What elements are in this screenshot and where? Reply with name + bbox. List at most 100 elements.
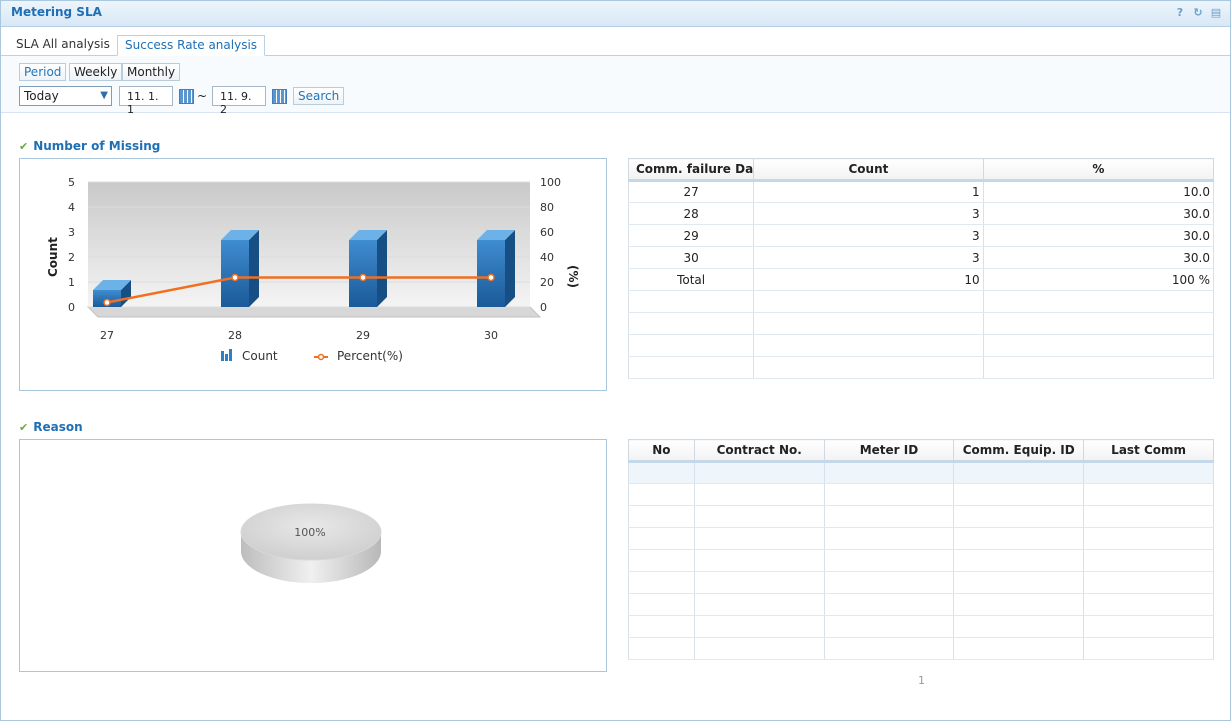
window-titlebar: Metering SLA ? ↻ ▤ [1,1,1230,27]
percent-point[interactable] [487,273,495,282]
bar-side [377,230,387,307]
table-cell: 100 % [982,268,1215,291]
date-separator: ~ [197,89,208,103]
table-cell [982,290,1215,313]
table-cell [1083,637,1214,660]
table-row[interactable]: Total 10 100 % [627,268,1215,291]
window-title: Metering SLA [11,5,102,19]
bar-front [477,240,505,307]
bar-side [249,230,259,307]
empty-table-row [628,637,1214,660]
legend-count-swatch [221,351,224,361]
table-cell [627,312,755,335]
table-cell [628,615,695,638]
range-select[interactable]: Today ▼ [19,86,112,106]
weekly-button[interactable]: Weekly [69,63,123,81]
column-header[interactable]: Count [753,158,984,182]
search-button[interactable]: Search [293,87,345,105]
window-tools: ? ↻ ▤ [1174,6,1222,20]
table-cell [1083,505,1214,528]
table-cell [628,637,695,660]
table-cell [982,312,1215,335]
calendar-icon[interactable] [179,89,194,104]
table-cell [953,505,1085,528]
table-cell [953,637,1085,660]
chart-plot-area [88,182,530,307]
tab-bar: SLA All analysis Success Rate analysis [1,28,1230,56]
table-cell [1083,549,1214,572]
bar-side [505,230,515,307]
period-button[interactable]: Period [19,63,67,81]
bar-mark[interactable] [349,230,387,307]
y2-axis-tick-label: 80 [540,201,554,214]
y2-axis-tick-label: 40 [540,251,554,264]
table-cell [953,615,1085,638]
table-cell [1083,483,1214,506]
empty-table-row [628,593,1214,616]
reason-pie-chart: 100% [240,503,382,583]
start-date-field[interactable]: 11. 1. 1 [119,86,173,116]
column-header[interactable]: Meter ID [823,439,955,463]
table-cell: Total [627,268,755,291]
empty-table-row [627,290,1215,313]
x-axis-tick-label: 30 [484,329,498,342]
column-header[interactable]: Comm. failure Da [627,158,755,182]
end-date-field[interactable]: 11. 9. 2 [212,86,266,116]
refresh-icon[interactable]: ↻ [1192,6,1204,20]
table-cell: 3 [753,224,984,247]
bar-front [349,240,377,307]
tab-success-rate-analysis[interactable]: Success Rate analysis [117,35,266,56]
table-cell [823,549,955,572]
column-header[interactable]: % [982,158,1215,182]
legend-count-swatch [225,354,228,361]
column-header[interactable]: Comm. Equip. ID [953,439,1085,463]
chevron-down-icon: ▼ [100,90,108,101]
table-cell [1083,593,1214,616]
column-header[interactable]: No [628,439,695,463]
filter-toolbar: Period Weekly Monthly Today ▼ 11. 1. 1 ~… [1,56,1230,116]
table-cell [1083,527,1214,550]
empty-table-row [628,483,1214,506]
table-cell [693,483,825,506]
table-cell [693,637,825,660]
table-row[interactable]: 30 3 30.0 [627,246,1215,269]
bar-mark[interactable] [221,230,259,307]
table-cell: 1 [753,180,984,203]
y-axis-tick-label: 5 [68,176,75,189]
y-axis-label: Count [46,237,60,277]
table-cell [953,549,1085,572]
pagination[interactable]: 1 [918,674,925,687]
percent-point[interactable] [103,298,111,307]
monthly-button[interactable]: Monthly [122,63,181,81]
x-axis-tick-label: 29 [356,329,370,342]
column-header[interactable]: Last Comm [1083,439,1214,463]
bar-mark[interactable] [477,230,515,307]
table-cell [628,461,695,484]
table-cell [823,527,955,550]
maximize-icon[interactable]: ▤ [1210,6,1222,20]
percent-point[interactable] [359,273,367,282]
missing-section-title: ✔ Number of Missing [19,139,161,153]
chart-floor [86,306,542,318]
table-cell: 30.0 [982,224,1215,247]
legend-count-swatch [229,349,232,361]
y-axis-tick-label: 4 [68,201,75,214]
help-icon[interactable]: ? [1174,6,1186,20]
table-cell: 10 [753,268,984,291]
table-cell [753,290,984,313]
table-row[interactable]: 27 1 10.0 [627,180,1215,203]
pie-slice-label: 100% [294,526,325,539]
table-cell [627,356,755,379]
percent-point[interactable] [231,273,239,282]
column-header[interactable]: Contract No. [693,439,825,463]
table-cell [953,483,1085,506]
tab-sla-all-analysis[interactable]: SLA All analysis [9,35,117,56]
table-row[interactable]: 29 3 30.0 [627,224,1215,247]
chart-legend: Count Percent(%) [221,349,403,363]
table-cell [628,593,695,616]
table-cell: 3 [753,202,984,225]
calendar-icon[interactable] [272,89,287,104]
table-row[interactable]: 28 3 30.0 [627,202,1215,225]
table-cell [1083,461,1214,484]
table-cell: 28 [627,202,755,225]
